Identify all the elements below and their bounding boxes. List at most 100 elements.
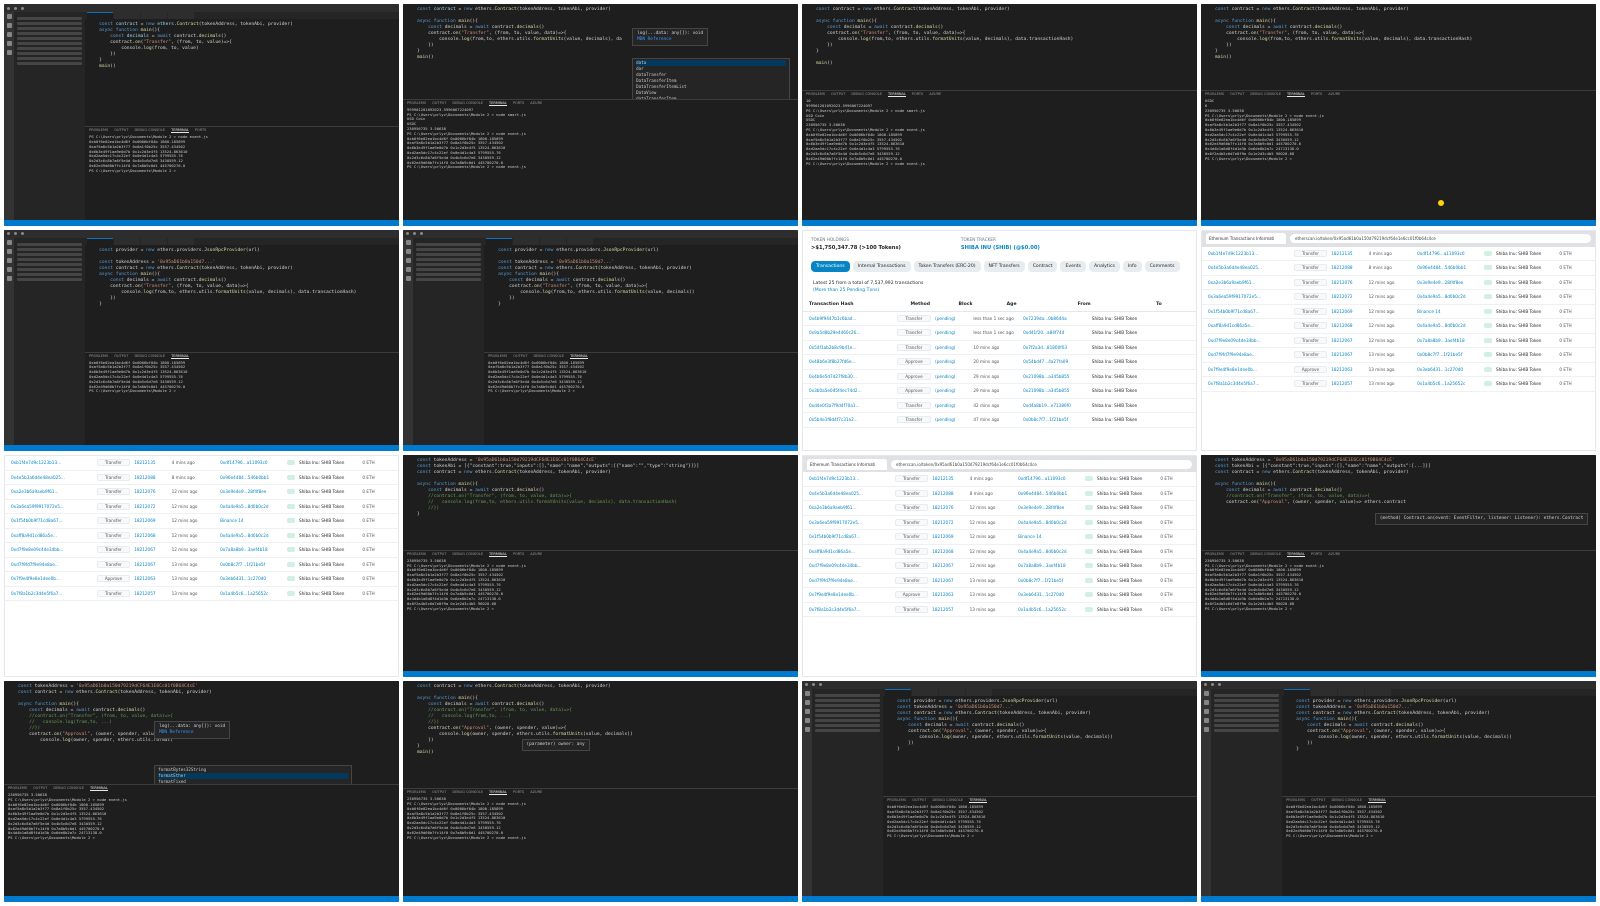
tx-hash-link[interactable]: 0x7f9e4f9e8e1dee0b... [11, 576, 93, 581]
table-row[interactable]: 0xd7f9fd7f9e94e8ae... Transfer 18212067 13 … [803, 574, 1196, 588]
tx-hash-link[interactable]: 0x7f9e4f9e8e1dee0b... [809, 592, 891, 597]
block-link[interactable]: 18212067 [932, 578, 965, 583]
terminal-output[interactable]: PS C:\Users\prlyz\Documents\Module 2 > n… [85, 134, 399, 174]
tx-hash-link[interactable]: 0xd4e0f3a7f9d4f70a1... [809, 403, 893, 408]
to-address-link[interactable]: Shiba Inu: SHIB Token [1097, 476, 1156, 481]
table-row[interactable]: 0x5b4e1f8d4f7c31e2... Transfer (pending) 47… [803, 413, 1196, 428]
tx-hash-link[interactable]: 0x7f8a1b2c3d4e5f6a7... [809, 607, 891, 612]
tab-token-transfers[interactable]: Token Transfers (ERC-20) [913, 260, 981, 272]
to-address-link[interactable]: Shiba Inu: SHIB Token [299, 475, 358, 480]
tab-events[interactable]: Events [1060, 260, 1087, 272]
from-address-link[interactable]: 0x1a4b5c6...1a25652c [220, 591, 283, 596]
block-link[interactable]: 18212067 [134, 547, 167, 552]
table-row[interactable]: 0x1f54b0b9f71cd8a67... Transfer 18212069 12… [5, 514, 398, 529]
terminal-output[interactable]: 999901201092023.5996067224097 PS C:\User… [403, 107, 798, 171]
tx-hash-link[interactable]: 0x4b9f9447b1c6bad... [809, 316, 893, 321]
from-address-link[interactable]: 0x4a4e9a5...8d0b0c2d [220, 504, 283, 509]
block-link[interactable]: 18212069 [932, 534, 965, 539]
to-address-link[interactable]: Shiba Inu: SHIB Token [1092, 330, 1153, 335]
from-address-link[interactable]: 0xdf14796...a11093c0 [220, 460, 283, 465]
table-row[interactable]: 0x4e5b3a6d4e48ea025... Transfer 18212088 8 … [803, 487, 1196, 501]
tx-hash-link[interactable]: 0x3b0a5e0d5f4ec74d2... [809, 388, 893, 393]
code-lines[interactable]: const contract = new ethers.Contract(tok… [1201, 4, 1596, 61]
to-address-link[interactable]: Shiba Inu: SHIB Token [1097, 520, 1156, 525]
tx-hash-link[interactable]: 0x3a6ea59f9917072e5... [11, 504, 93, 509]
to-address-link[interactable]: Shiba Inu: SHIB Token [299, 562, 358, 567]
table-row[interactable]: 0x4b9f9447b1c6bad... Transfer (pending) les… [803, 312, 1196, 326]
to-address-link[interactable]: Shiba Inu: SHIB Token [1092, 403, 1153, 408]
source-control-icon[interactable] [6, 32, 12, 37]
from-address-link[interactable]: 0x3eb6431...1c270d0 [1417, 367, 1480, 372]
from-address-link[interactable]: 0xdf14796...a11093c0 [1018, 476, 1081, 481]
table-row[interactable]: 0x7f9e4f9e8e1dee0b... Approve 18212063 13 m… [5, 572, 398, 587]
run-icon[interactable] [6, 41, 12, 46]
from-address-link[interactable]: 0x3e9e4e9...28f4f8ee [220, 489, 283, 494]
search-icon[interactable] [6, 23, 12, 28]
to-address-link[interactable]: Shiba Inu: SHIB Token [299, 591, 358, 596]
to-address-link[interactable]: Shiba Inu: SHIB Token [299, 504, 358, 509]
terminal-output[interactable]: USDC 6 230956735 3.50638 PS C:\Users\prl… [1201, 98, 1596, 162]
tx-hash-link[interactable]: 0xa2e3b6a9aeb9f61... [809, 505, 891, 510]
table-row[interactable]: 0x54f1ab2b8c9b41e... Transfer (pending) 10 … [803, 341, 1196, 355]
to-address-link[interactable]: Shiba Inu: SHIB Token [1092, 316, 1153, 321]
block-link[interactable]: 18212088 [932, 491, 965, 496]
block-link[interactable]: 18212135 [932, 476, 965, 481]
to-address-link[interactable]: Shiba Inu: SHIB Token [1496, 251, 1555, 256]
table-row[interactable]: 0x1f54b0b9f71cd8a67... Transfer 18212069 12… [1202, 305, 1595, 319]
block-link[interactable]: 18212068 [932, 549, 965, 554]
from-address-link[interactable]: 0x4a4e9a5...8d0b0c2d [220, 533, 283, 538]
table-row[interactable]: 0x1f54b0b9f71cd8a67... Transfer 18212069 12… [803, 530, 1196, 545]
from-address-link[interactable]: 0x0b8c7f7...1f21be5f [220, 562, 283, 567]
table-row[interactable]: 0x7f8a1b2c3d4e5f6a7... Transfer 18212057 13… [5, 587, 398, 601]
block-link[interactable]: 18212088 [134, 475, 167, 480]
code-lines[interactable]: const provider = new ethers.providers.Js… [85, 245, 399, 308]
from-address-link[interactable]: 0x3e9e4e9...28f4f8ee [1018, 505, 1081, 510]
from-address-link[interactable]: 0x96e4484...546b0bb1 [1417, 265, 1480, 270]
table-row[interactable]: 0x48b6e3f8b27fd6e... Approve (pending) 20 m… [803, 355, 1196, 370]
tx-hash-link[interactable]: 0xa2e3b6a9aeb9f61... [11, 489, 93, 494]
tx-hash-link[interactable]: 0xaff8a9d1cd86a5e... [11, 533, 93, 538]
to-address-link[interactable]: Shiba Inu: SHIB Token [299, 576, 358, 581]
block-link[interactable]: 18212068 [1331, 323, 1364, 328]
to-address-link[interactable]: Shiba Inu: SHIB Token [1092, 388, 1153, 393]
to-address-link[interactable]: Shiba Inu: SHIB Token [1097, 563, 1156, 568]
activity-bar[interactable] [4, 12, 14, 220]
block-link[interactable]: 18212068 [134, 533, 167, 538]
table-row[interactable]: 0xd7f9e8e09c4de34bb... Transfer 18212067 12… [803, 559, 1196, 574]
from-address-link[interactable]: 0x0b8c7f7...1f21be5f [1023, 417, 1088, 422]
from-address-link[interactable]: 0x96e4484...546b0bb1 [1018, 491, 1081, 496]
tx-hash-link[interactable]: 0xd7f9e8e09c4de34bb... [11, 547, 93, 552]
block-link[interactable]: 18212067 [134, 562, 167, 567]
tx-hash-link[interactable]: 0x4e5b3a6d4e48ea025... [1208, 265, 1290, 270]
to-address-link[interactable]: Shiba Inu: SHIB Token [1097, 592, 1156, 597]
from-address-link[interactable]: 0x7a8a8b9...3aef4b18 [1018, 563, 1081, 568]
table-row[interactable]: 0xaff8a9d1cd86a5e... Transfer 18212068 12 m… [1202, 319, 1595, 334]
block-link[interactable]: 18212057 [134, 591, 167, 596]
etherscan-tabs[interactable]: Transactions Internal Transactions Token… [803, 257, 1196, 276]
tx-hash-link[interactable]: 0x48b6e3f8b27fd6e... [809, 359, 893, 364]
from-address-link[interactable]: 0x7a8a8b9...3aef4b18 [1417, 338, 1480, 343]
tab-info[interactable]: Info [1122, 260, 1142, 272]
from-address-link[interactable]: 0x0b8c7f7...1f21be5f [1417, 352, 1480, 357]
block-link[interactable]: 18212135 [1331, 251, 1364, 256]
to-address-link[interactable]: Shiba Inu: SHIB Token [1097, 491, 1156, 496]
to-address-link[interactable]: Shiba Inu: SHIB Token [1496, 309, 1555, 314]
block-link[interactable]: 18212076 [134, 489, 167, 494]
table-row[interactable]: 0xaff8a9d1cd86a5e... Transfer 18212068 12 m… [5, 529, 398, 543]
table-row[interactable]: 0xd7f9fd7f9e94e8ae... Transfer 18212067 13 … [1202, 348, 1595, 363]
from-address-link[interactable]: Binance 14 [1417, 309, 1480, 314]
from-address-link[interactable]: 0x3eb6431...1c270d0 [1018, 592, 1081, 597]
browser-tab[interactable]: Ethereum Transactions Informati [1206, 233, 1286, 244]
to-address-link[interactable]: Shiba Inu: SHIB Token [1496, 280, 1555, 285]
tx-hash-link[interactable]: 0x4b6e5d7d27f8b30... [809, 374, 893, 379]
tx-hash-link[interactable]: 0xd7f9e8e09c4de34bb... [809, 563, 891, 568]
tx-hash-link[interactable]: 0x5b4e1f8d4f7c31e2... [809, 417, 893, 422]
from-address-link[interactable]: 0xdf14796...a11093c0 [1417, 251, 1480, 256]
code-lines[interactable]: const contract = new ethers.Contract(tok… [403, 4, 798, 61]
from-address-link[interactable]: 0x1a4b5c6...1a25652c [1018, 607, 1081, 612]
block-link[interactable]: 18212088 [1331, 265, 1364, 270]
tx-hash-link[interactable]: 0x1f54b0b9f71cd8a67... [1208, 309, 1290, 314]
block-link[interactable]: 18212076 [932, 505, 965, 510]
from-address-link[interactable]: 0x96e4484...546b0bb1 [220, 475, 283, 480]
tx-hash-link[interactable]: 0xb1f4e7d9c1223b13... [809, 476, 891, 481]
